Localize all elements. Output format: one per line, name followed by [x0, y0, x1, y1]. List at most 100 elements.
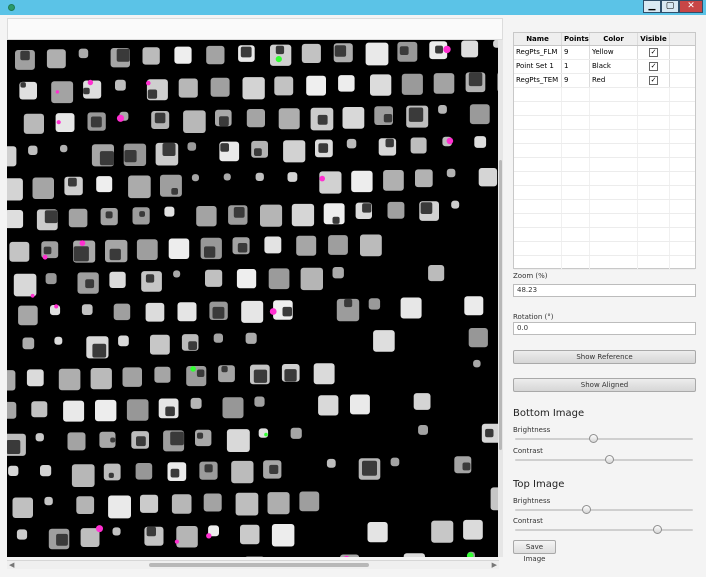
grid-square — [446, 168, 456, 178]
column-visible[interactable]: Visible — [638, 33, 670, 45]
grid-square — [318, 395, 339, 416]
slider-knob[interactable] — [582, 505, 592, 514]
zoom-input[interactable]: 48.23 — [513, 284, 696, 297]
title-bar[interactable]: ▁ ▢ ✕ — [0, 0, 706, 15]
save-image-button[interactable]: Save Image — [513, 540, 556, 563]
vertical-scroll-thumb[interactable] — [499, 160, 502, 450]
slider-knob[interactable] — [589, 434, 599, 443]
show-aligned-button[interactable]: Show Aligned — [513, 378, 696, 392]
overlay-marker — [174, 539, 179, 544]
scroll-right-icon[interactable]: ▶ — [492, 561, 497, 569]
vertical-scrollbar[interactable] — [498, 40, 503, 557]
grid-square — [360, 234, 382, 257]
minimize-button[interactable]: ▁ — [643, 0, 661, 13]
table-row[interactable]: RegPts_FLM 9 Yellow ✓ — [514, 46, 695, 60]
visible-checkbox[interactable]: ✓ — [649, 76, 658, 85]
empty-table-row — [514, 256, 695, 270]
grid-square-damage — [462, 462, 471, 471]
grid-square-damage — [109, 248, 121, 261]
grid-square — [365, 42, 389, 66]
grid-square-damage — [147, 89, 158, 99]
grid-square — [145, 302, 165, 322]
column-name[interactable]: Name — [514, 33, 562, 45]
grid-square — [160, 174, 182, 197]
grid-square — [463, 519, 483, 540]
top-contrast-slider[interactable] — [515, 525, 693, 534]
grid-square — [176, 526, 198, 548]
grid-square — [7, 401, 17, 419]
visible-checkbox[interactable]: ✓ — [649, 62, 658, 71]
grid-square-damage — [284, 369, 297, 382]
grid-square — [174, 46, 192, 64]
table-row[interactable]: Point Set 1 1 Black ✓ — [514, 60, 695, 74]
visible-checkbox[interactable]: ✓ — [649, 48, 658, 57]
slider-knob[interactable] — [653, 525, 663, 534]
image-viewport[interactable] — [7, 40, 503, 557]
table-row[interactable]: RegPts_TEM 9 Red ✓ — [514, 74, 695, 88]
grid-square — [290, 427, 302, 439]
empty-cell — [514, 102, 562, 115]
grid-square-damage — [212, 306, 225, 319]
grid-square — [26, 369, 44, 387]
rotation-label: Rotation (°) — [513, 313, 554, 321]
grid-square — [51, 81, 74, 104]
point-set-table[interactable]: Name Points Color Visible RegPts_FLM 9 Y… — [513, 32, 696, 270]
slider-knob[interactable] — [605, 455, 615, 464]
grid-square — [13, 273, 37, 297]
grid-square — [464, 296, 484, 316]
show-reference-button[interactable]: Show Reference — [513, 350, 696, 364]
grid-square-damage — [362, 460, 377, 476]
empty-table-row — [514, 88, 695, 102]
empty-cell — [638, 242, 670, 255]
grid-square-damage — [43, 246, 52, 255]
table-header: Name Points Color Visible — [514, 33, 695, 46]
grid-square — [40, 465, 52, 477]
empty-table-row — [514, 186, 695, 200]
grid-square — [383, 170, 404, 191]
top-brightness-slider[interactable] — [515, 505, 693, 514]
column-color[interactable]: Color — [590, 33, 638, 45]
grid-square-damage — [154, 112, 166, 124]
grid-square — [403, 553, 425, 557]
grid-square — [177, 302, 197, 322]
bottom-contrast-slider[interactable] — [515, 455, 693, 464]
grid-square-damage — [362, 203, 372, 213]
grid-square-damage — [269, 464, 279, 474]
control-panel: Name Points Color Visible RegPts_FLM 9 Y… — [505, 18, 706, 577]
empty-cell — [562, 88, 590, 101]
grid-square — [178, 78, 198, 98]
scroll-left-icon[interactable]: ◀ — [9, 561, 14, 569]
slider-track — [515, 509, 693, 511]
grid-square-damage — [146, 526, 156, 537]
grid-square — [255, 172, 264, 181]
grid-square-damage — [468, 72, 483, 87]
empty-table-row — [514, 172, 695, 186]
rotation-input[interactable]: 0.0 — [513, 322, 696, 335]
grid-square — [81, 304, 93, 315]
grid-square-damage — [44, 210, 58, 224]
column-points[interactable]: Points — [562, 33, 590, 45]
grid-square-damage — [162, 143, 176, 156]
grid-square-damage — [83, 87, 90, 95]
horizontal-scrollbar[interactable]: ◀ ▶ — [7, 560, 499, 569]
empty-cell — [638, 102, 670, 115]
empty-cell — [638, 186, 670, 199]
empty-cell — [562, 130, 590, 143]
grid-square — [242, 77, 265, 100]
zoom-label: Zoom (%) — [513, 272, 548, 280]
grid-square-damage — [253, 369, 268, 383]
overlay-marker — [190, 366, 196, 372]
close-button[interactable]: ✕ — [679, 0, 703, 13]
empty-cell — [638, 144, 670, 157]
empty-cell — [590, 214, 638, 227]
cell-points: 9 — [562, 74, 590, 87]
grid-square — [109, 271, 126, 288]
grid-square — [241, 300, 264, 323]
grid-square — [245, 332, 257, 344]
maximize-button[interactable]: ▢ — [661, 0, 679, 13]
bottom-brightness-slider[interactable] — [515, 434, 693, 443]
grid-square-damage — [116, 48, 130, 62]
grid-square — [319, 171, 342, 194]
grid-square-damage — [170, 431, 184, 446]
horizontal-scroll-thumb[interactable] — [149, 563, 369, 567]
